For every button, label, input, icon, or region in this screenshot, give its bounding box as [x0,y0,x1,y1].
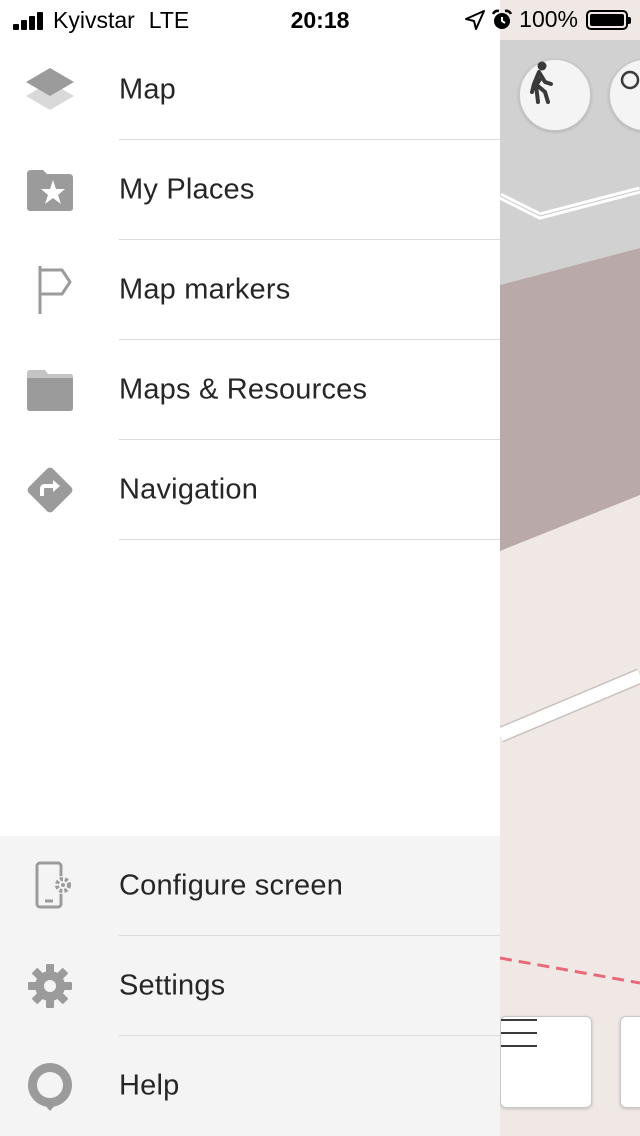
menu-item-label: Map markers [119,273,291,306]
layers-icon [22,62,78,118]
gear-icon [22,958,78,1014]
status-bar-right: 100% [465,6,631,33]
alarm-icon [491,9,513,31]
menu-item-my-places[interactable]: My Places [0,140,500,240]
menu-item-maps-resources[interactable]: Maps & Resources [0,340,500,440]
status-bar: Kyivstar LTE 20:18 100% [0,0,640,40]
menu-item-label: Help [119,1069,180,1102]
battery-icon [586,9,631,30]
help-pin-icon [22,1058,78,1114]
location-arrow-icon [465,9,486,30]
drawer-main-menu: Map My Places Map markers Maps & Resourc… [0,40,500,540]
menu-item-label: Navigation [119,473,259,506]
menu-item-help[interactable]: Help [0,1036,500,1136]
battery-fill [590,13,624,26]
folder-icon [22,362,78,418]
menu-item-label: Maps & Resources [119,373,368,406]
menu-item-label: Configure screen [119,869,344,902]
drawer-footer-menu: Configure screen Settings Help [0,836,500,1136]
menu-item-map-markers[interactable]: Map markers [0,240,500,340]
menu-item-navigation[interactable]: Navigation [0,440,500,540]
map-menu-button[interactable] [500,1016,592,1108]
flag-icon [22,262,78,318]
menu-item-label: Settings [119,969,226,1002]
compass-icon [620,70,640,90]
hamburger-menu-icon [501,1019,537,1047]
map-secondary-button[interactable] [620,1016,640,1108]
phone-settings-icon [22,858,78,914]
side-drawer: Map My Places Map markers Maps & Resourc… [0,0,500,1136]
star-folder-icon [22,162,78,218]
menu-item-label: Map [119,73,177,106]
battery-percent: 100% [519,6,578,32]
menu-item-settings[interactable]: Settings [0,936,500,1036]
menu-item-configure-screen[interactable]: Configure screen [0,836,500,936]
menu-item-map[interactable]: Map [0,40,500,140]
app-screen: Map My Places Map markers Maps & Resourc… [0,0,640,1136]
menu-item-label: My Places [119,173,255,206]
pedestrian-mode-button[interactable] [519,59,591,131]
direction-sign-icon [22,462,78,518]
pedestrian-mode-icon [530,61,553,104]
divider [119,539,500,540]
